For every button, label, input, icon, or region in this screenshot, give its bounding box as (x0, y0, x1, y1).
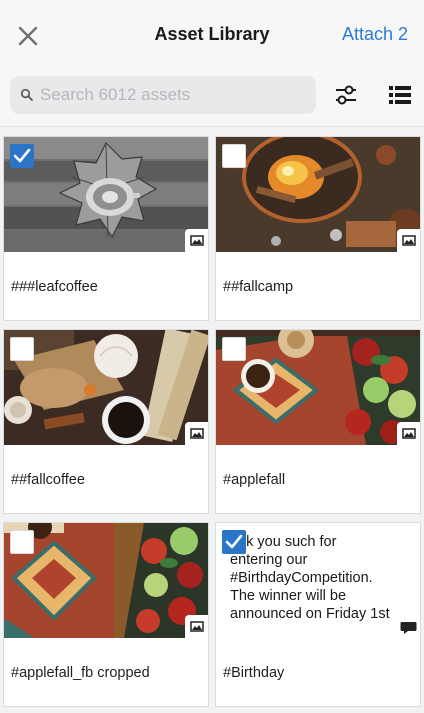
select-checkbox[interactable] (222, 337, 246, 361)
asset-card[interactable]: #applefall (215, 329, 421, 514)
select-checkbox[interactable] (10, 530, 34, 554)
filter-sliders-icon[interactable] (333, 82, 359, 108)
asset-label: ##fallcamp (223, 279, 294, 295)
image-icon (190, 621, 204, 632)
asset-thumbnail (216, 330, 420, 445)
asset-label: #applefall (223, 472, 286, 488)
search-input[interactable] (38, 76, 310, 114)
checkmark-icon (225, 534, 243, 549)
asset-label: #Birthday (223, 665, 285, 681)
asset-label: ##fallcoffee (11, 472, 85, 488)
select-checkbox[interactable] (10, 144, 34, 168)
asset-card[interactable]: ##fallcoffee (3, 329, 209, 514)
asset-type-badge (397, 422, 420, 445)
asset-type-badge (185, 422, 208, 445)
asset-card[interactable]: ##fallcamp (215, 136, 421, 321)
asset-text-preview: ank you such for entering our #BirthdayC… (216, 523, 420, 638)
asset-type-badge (185, 229, 208, 252)
comment-icon (400, 622, 417, 634)
top-bar: Asset Library Attach 2 (0, 0, 424, 70)
asset-card[interactable]: ###leafcoffee (3, 136, 209, 321)
asset-thumbnail (4, 330, 208, 445)
search-box[interactable] (10, 76, 316, 114)
search-icon (20, 88, 33, 101)
select-checkbox[interactable] (222, 530, 246, 554)
search-toolbar (0, 70, 424, 127)
select-checkbox[interactable] (222, 144, 246, 168)
image-icon (190, 235, 204, 246)
asset-type-badge (397, 229, 420, 252)
asset-thumbnail (4, 523, 208, 638)
asset-type-badge (397, 615, 420, 638)
checkmark-icon (13, 148, 31, 163)
attach-button[interactable]: Attach 2 (342, 24, 408, 45)
list-view-icon[interactable] (387, 82, 413, 108)
asset-card[interactable]: ank you such for entering our #BirthdayC… (215, 522, 421, 707)
image-icon (402, 428, 416, 439)
asset-label: ###leafcoffee (11, 279, 98, 295)
asset-label: #applefall_fb cropped (11, 665, 150, 681)
asset-type-badge (185, 615, 208, 638)
image-icon (402, 235, 416, 246)
text-preview: ank you such for entering our #BirthdayC… (230, 534, 390, 622)
asset-thumbnail (216, 137, 420, 252)
select-checkbox[interactable] (10, 337, 34, 361)
image-icon (190, 428, 204, 439)
asset-card[interactable]: #applefall_fb cropped (3, 522, 209, 707)
asset-thumbnail (4, 137, 208, 252)
